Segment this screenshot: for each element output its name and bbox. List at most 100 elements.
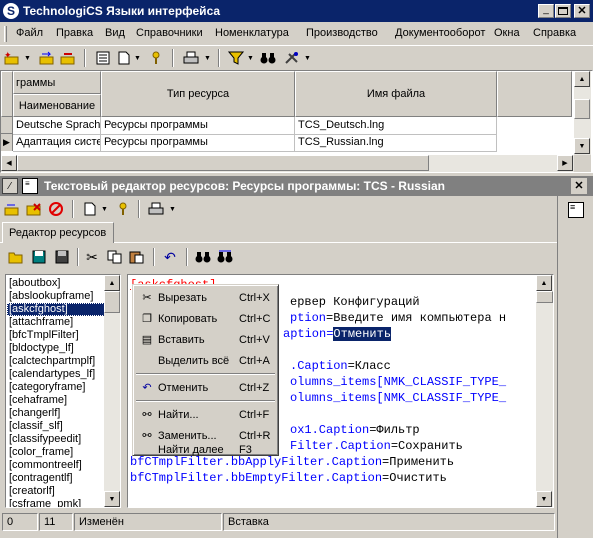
grid-row-indicator[interactable]: ▶ xyxy=(1,134,13,151)
menu-windows[interactable]: Окна xyxy=(494,27,520,39)
list-item[interactable]: [changerlf] xyxy=(7,407,105,420)
code-line: ox1.Caption=Фильтр xyxy=(290,423,420,437)
list-item[interactable]: [classif_slf] xyxy=(7,420,105,433)
scroll-up-icon[interactable]: ▲ xyxy=(574,71,590,87)
menu-edit[interactable]: Правка xyxy=(56,27,93,39)
menu-item-find-next[interactable]: Найти далее F3 xyxy=(136,444,275,456)
paste-icon[interactable] xyxy=(127,247,147,267)
copy-icon[interactable] xyxy=(105,247,125,267)
cancel-icon[interactable] xyxy=(46,199,66,219)
scroll-right-icon[interactable]: ▶ xyxy=(557,155,573,171)
grid-row-indicator[interactable] xyxy=(1,117,13,134)
scroll-up-icon[interactable]: ▲ xyxy=(536,275,552,291)
scroll-left-icon[interactable]: ◀ xyxy=(1,155,17,171)
list-item[interactable]: [bldoctype_lf] xyxy=(7,342,105,355)
list-item[interactable]: [commontreelf] xyxy=(7,459,105,472)
properties-icon[interactable] xyxy=(93,48,113,68)
menu-item-replace[interactable]: ⚯ Заменить... Ctrl+R xyxy=(136,425,275,446)
list-item[interactable]: [classifypeedit] xyxy=(7,433,105,446)
scroll-down-icon[interactable]: ▼ xyxy=(104,491,120,507)
save-all-icon[interactable] xyxy=(52,247,72,267)
key-icon[interactable] xyxy=(146,48,166,68)
scroll-down-icon[interactable]: ▼ xyxy=(536,491,552,507)
undo-icon[interactable]: ↶ xyxy=(160,247,180,267)
editor-close-icon[interactable]: ✕ xyxy=(571,178,587,194)
new-icon[interactable]: ✦ xyxy=(2,48,22,68)
menu-item-cut[interactable]: ✂ Вырезать Ctrl+X xyxy=(136,287,275,308)
list-item[interactable]: [calendartypes_lf] xyxy=(7,368,105,381)
binoculars-icon[interactable] xyxy=(258,48,278,68)
scroll-thumb[interactable] xyxy=(574,99,590,119)
menu-item-find[interactable]: ⚯ Найти... Ctrl+F xyxy=(136,404,275,425)
code-vertical-scrollbar[interactable]: ▲ ▼ xyxy=(536,275,553,507)
document-icon[interactable] xyxy=(114,48,134,68)
chevron-down-icon[interactable]: ▼ xyxy=(169,206,176,213)
filter-icon[interactable] xyxy=(226,48,246,68)
scroll-thumb[interactable] xyxy=(104,291,120,313)
scissors-icon[interactable]: ✂ xyxy=(82,247,102,267)
list-item[interactable]: [attachframe] xyxy=(7,316,105,329)
list-item[interactable]: [aboutbox] xyxy=(7,277,105,290)
open-folder-icon[interactable] xyxy=(6,247,26,267)
menu-nomenclature[interactable]: Номенклатура xyxy=(215,27,289,39)
tools-icon[interactable] xyxy=(282,48,302,68)
grid-horizontal-scrollbar[interactable]: ◀ ▶ xyxy=(1,155,574,172)
sections-list[interactable]: [aboutbox] [abslookupframe] [askcfghost]… xyxy=(5,274,121,508)
grid-vertical-scrollbar[interactable]: ▲ ▼ xyxy=(574,71,591,155)
menu-documents[interactable]: Документооборот xyxy=(395,27,485,39)
close-button[interactable]: ✕ xyxy=(574,4,590,18)
menu-item-undo[interactable]: ↶ Отменить Ctrl+Z xyxy=(136,377,275,398)
move-icon[interactable] xyxy=(2,199,22,219)
folder-delete-icon[interactable] xyxy=(24,199,44,219)
key-icon[interactable] xyxy=(113,199,133,219)
list-item-selected[interactable]: [askcfghost] xyxy=(7,303,105,316)
chevron-down-icon[interactable]: ▼ xyxy=(204,55,211,62)
menu-references[interactable]: Справочники xyxy=(136,27,203,39)
chevron-down-icon[interactable]: ▼ xyxy=(304,55,311,62)
menu-help[interactable]: Справка xyxy=(533,27,576,39)
chevron-down-icon[interactable]: ▼ xyxy=(134,55,141,62)
list-item[interactable]: [csframe_pmk] xyxy=(7,498,105,507)
maximize-button[interactable] xyxy=(555,4,571,18)
scroll-up-icon[interactable]: ▲ xyxy=(104,275,120,291)
printer-icon[interactable] xyxy=(181,48,201,68)
scroll-down-icon[interactable]: ▼ xyxy=(574,138,590,154)
list-item[interactable]: [categoryframe] xyxy=(7,381,105,394)
document-icon[interactable] xyxy=(80,199,100,219)
grid-header-type[interactable]: Тип ресурса xyxy=(101,71,295,117)
pin-icon[interactable]: ⁄ xyxy=(2,178,18,194)
scroll-thumb[interactable] xyxy=(536,291,553,303)
list-item[interactable]: [calctechpartmplf] xyxy=(7,355,105,368)
list-item[interactable]: [bfcTmplFilter] xyxy=(7,329,105,342)
title-bar: S TechnologiCS Языки интерфейса _ ✕ xyxy=(0,0,593,22)
menu-production[interactable]: Производство xyxy=(306,27,378,39)
move-icon[interactable] xyxy=(37,48,57,68)
list-item[interactable]: [contragentlf] xyxy=(7,472,105,485)
list-item[interactable]: [color_frame] xyxy=(7,446,105,459)
grid-header-filename[interactable]: Имя файла xyxy=(295,71,497,117)
menu-view[interactable]: Вид xyxy=(105,27,125,39)
menu-item-select-all[interactable]: Выделить всё Ctrl+A xyxy=(136,350,275,371)
menu-file[interactable]: Файл xyxy=(16,27,43,39)
context-menu: ✂ Вырезать Ctrl+X ❐ Копировать Ctrl+C ▤ Встав… xyxy=(132,284,279,456)
scroll-thumb[interactable] xyxy=(17,155,429,171)
document-panel-icon[interactable]: ≡ xyxy=(568,202,584,218)
save-icon[interactable] xyxy=(29,247,49,267)
chevron-down-icon[interactable]: ▼ xyxy=(101,206,108,213)
list-vertical-scrollbar[interactable]: ▲ ▼ xyxy=(104,275,120,507)
chevron-down-icon[interactable]: ▼ xyxy=(24,55,31,62)
list-item[interactable]: [cehaframe] xyxy=(7,394,105,407)
binoculars-icon[interactable] xyxy=(193,247,213,267)
minimize-button[interactable]: _ xyxy=(538,4,554,18)
list-item[interactable]: [creatorlf] xyxy=(7,485,105,498)
table-cell: TCS_Deutsch.lng xyxy=(295,117,497,135)
menu-item-copy[interactable]: ❐ Копировать Ctrl+C xyxy=(136,308,275,329)
menu-item-paste[interactable]: ▤ Вставить Ctrl+V xyxy=(136,329,275,350)
printer-icon[interactable] xyxy=(146,199,166,219)
remove-icon[interactable] xyxy=(58,48,78,68)
grid-header-name[interactable]: Наименование xyxy=(13,94,101,117)
chevron-down-icon[interactable]: ▼ xyxy=(247,55,254,62)
list-item[interactable]: [abslookupframe] xyxy=(7,290,105,303)
tab-resource-editor[interactable]: Редактор ресурсов xyxy=(2,222,114,243)
replace-icon[interactable] xyxy=(215,247,235,267)
